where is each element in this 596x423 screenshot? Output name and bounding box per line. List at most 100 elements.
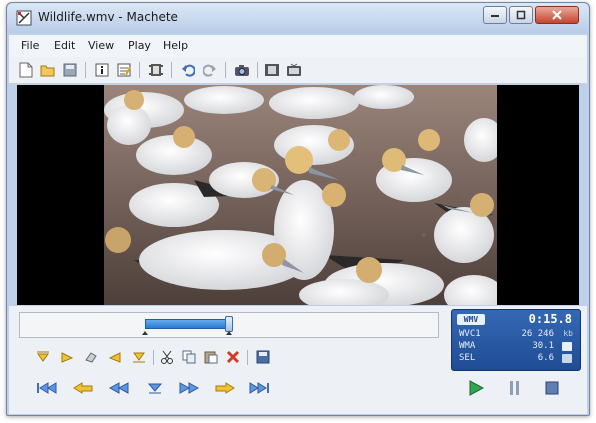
control-panel: WMV 0:15.8 WVC1 26 246 kb WMA 30.1 SEL 6…: [9, 306, 587, 414]
toolbar-separator: [257, 62, 258, 78]
next-mark-icon: [215, 382, 235, 394]
maximize-icon: [516, 10, 526, 20]
close-button[interactable]: [535, 6, 579, 24]
minimize-button[interactable]: [483, 6, 507, 24]
maximize-button[interactable]: [509, 6, 533, 24]
stop-icon: [545, 381, 559, 395]
video-bitrate-unit: kb: [563, 329, 573, 338]
selection-end-marker: [226, 331, 232, 335]
redo-icon: [203, 64, 216, 77]
save-button[interactable]: [61, 61, 79, 79]
menu-view[interactable]: View: [88, 39, 114, 52]
fast-forward-button[interactable]: [177, 379, 201, 397]
undo-icon: [182, 64, 195, 77]
step-down-icon: [147, 383, 163, 394]
skip-start-icon: [37, 382, 57, 394]
snapshot-button[interactable]: [233, 61, 251, 79]
audio-value: 30.1: [532, 341, 554, 351]
paste-icon: [204, 351, 218, 364]
video-codec-label: WVC1: [459, 329, 481, 339]
menu-edit[interactable]: Edit: [54, 39, 75, 52]
save-icon: [63, 63, 77, 77]
go-to-out-button[interactable]: [131, 349, 147, 365]
new-file-icon: [19, 62, 33, 78]
toolbar-separator: [85, 62, 86, 78]
video-frame-icon: [265, 64, 279, 76]
step-button[interactable]: [143, 379, 167, 397]
window-title: Wildlife.wmv - Machete: [38, 10, 178, 24]
erase-button[interactable]: [83, 349, 99, 365]
menu-file[interactable]: File: [21, 39, 39, 52]
video-frame: [104, 85, 497, 305]
timeline-selection[interactable]: [144, 319, 229, 329]
info-button[interactable]: [93, 61, 111, 79]
format-badge: WMV: [457, 314, 485, 325]
toolbar: [9, 57, 587, 84]
audio-codec-label: WMA: [459, 341, 476, 351]
save-icon: [256, 350, 270, 364]
previous-mark-button[interactable]: [71, 379, 95, 397]
pause-button[interactable]: [507, 378, 523, 398]
pause-icon: [510, 381, 519, 395]
toolbar-separator: [225, 62, 226, 78]
properties-button[interactable]: [115, 61, 133, 79]
go-in-icon: [108, 352, 121, 363]
save-selection-button[interactable]: [255, 349, 271, 365]
time-readout: 0:15.8: [528, 312, 572, 326]
mark-in-icon: [37, 351, 49, 362]
go-to-in-button[interactable]: [107, 349, 123, 365]
previous-mark-icon: [73, 382, 93, 394]
info-panel: WMV 0:15.8 WVC1 26 246 kb WMA 30.1 SEL 6…: [451, 309, 581, 371]
title-bar: Wildlife.wmv - Machete: [7, 3, 589, 33]
timeline-track[interactable]: [19, 312, 439, 338]
go-to-start-button[interactable]: [35, 379, 59, 397]
play-icon: [469, 380, 485, 396]
open-folder-icon: [40, 65, 55, 77]
audio-channel-icon: [562, 342, 572, 351]
selection-icon: [562, 354, 572, 363]
film-button[interactable]: [147, 61, 165, 79]
controls-separator: [153, 350, 154, 365]
mark-out-icon: [61, 352, 74, 363]
rewind-icon: [108, 382, 129, 394]
app-icon: [16, 10, 32, 26]
mark-in-button[interactable]: [35, 349, 51, 365]
video-display[interactable]: [17, 85, 579, 305]
delete-icon: [226, 350, 240, 364]
info-icon: [95, 63, 109, 77]
delete-button[interactable]: [225, 349, 241, 365]
rewind-button[interactable]: [107, 379, 131, 397]
go-to-end-button[interactable]: [247, 379, 271, 397]
selection-label: SEL: [459, 353, 476, 363]
main-window: Wildlife.wmv - Machete File Edit View Pl…: [6, 2, 590, 416]
timeline-playhead[interactable]: [225, 316, 233, 332]
film-strip-icon: [149, 64, 163, 76]
toolbar-separator: [171, 62, 172, 78]
paste-button[interactable]: [203, 349, 219, 365]
play-button[interactable]: [465, 377, 487, 399]
toolbar-separator: [139, 62, 140, 78]
frame-button[interactable]: [263, 61, 281, 79]
menu-help[interactable]: Help: [163, 39, 188, 52]
undo-button[interactable]: [179, 61, 197, 79]
snapshot-camera-icon: [235, 65, 249, 76]
go-out-icon: [133, 352, 145, 363]
next-mark-button[interactable]: [213, 379, 237, 397]
copy-icon: [182, 350, 196, 364]
open-button[interactable]: [39, 61, 57, 79]
cut-button[interactable]: [159, 349, 175, 365]
selection-value: 6.6: [537, 353, 554, 363]
scissors-icon: [161, 350, 173, 364]
properties-icon: [117, 63, 131, 77]
close-icon: [552, 10, 562, 20]
mark-out-button[interactable]: [59, 349, 75, 365]
stop-button[interactable]: [543, 378, 561, 398]
video-bitrate-value: 26 246: [521, 329, 554, 339]
new-file-button[interactable]: [17, 61, 35, 79]
video-frame-image: [104, 85, 497, 305]
copy-button[interactable]: [181, 349, 197, 365]
menu-play[interactable]: Play: [128, 39, 151, 52]
redo-button[interactable]: [201, 61, 219, 79]
menu-bar: File Edit View Play Help: [9, 35, 587, 57]
tv-button[interactable]: [285, 61, 303, 79]
